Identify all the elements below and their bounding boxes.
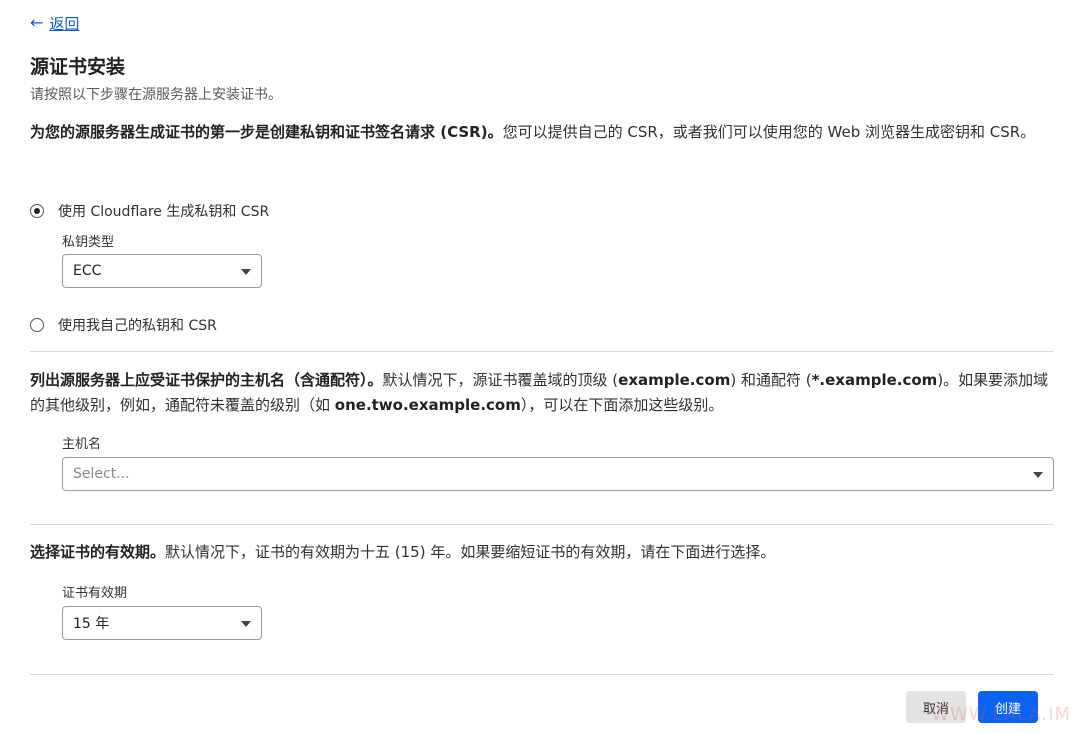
radio-own-label: 使用我自己的私钥和 CSR	[58, 318, 217, 334]
section-divider	[30, 351, 1054, 352]
hostname-intro-text4: ），可以在下面添加这些级别。	[520, 396, 724, 414]
caret-down-icon	[241, 269, 251, 275]
radio-own-option[interactable]: 使用我自己的私钥和 CSR	[30, 315, 217, 335]
back-label: 返回	[49, 14, 80, 33]
hostname-intro: 列出源服务器上应受证书保护的主机名（含通配符）。默认情况下，源证书覆盖域的顶级 …	[30, 368, 1050, 418]
validity-intro-text: 默认情况下，证书的有效期为十五 (15) 年。如果要缩短证书的有效期，请在下面进…	[165, 543, 776, 561]
hostname-label: 主机名	[62, 437, 102, 452]
hostname-intro-text2: ) 和通配符 (	[730, 371, 812, 389]
radio-unchecked-icon[interactable]	[30, 318, 44, 332]
domain-wildcard: *.example.com	[811, 371, 938, 389]
hostname-intro-bold: 列出源服务器上应受证书保护的主机名（含通配符）。	[30, 371, 383, 389]
validity-select[interactable]: 15 年	[62, 606, 262, 640]
back-link[interactable]: ← 返回	[30, 12, 79, 34]
validity-intro-bold: 选择证书的有效期。	[30, 543, 166, 561]
hostname-placeholder: Select...	[73, 466, 130, 482]
hostname-select[interactable]: Select...	[62, 457, 1054, 491]
csr-intro: 为您的源服务器生成证书的第一步是创建私钥和证书签名请求 (CSR)。您可以提供自…	[30, 120, 1050, 145]
domain-apex: example.com	[618, 371, 731, 389]
section-divider	[30, 674, 1054, 675]
radio-checked-icon[interactable]	[30, 204, 44, 218]
arrow-left-icon: ←	[30, 13, 44, 32]
watermark-text: WWW.LALA.IM	[931, 704, 1071, 725]
domain-example: one.two.example.com	[334, 396, 521, 414]
validity-label: 证书有效期	[62, 586, 128, 601]
radio-cloudflare-option[interactable]: 使用 Cloudflare 生成私钥和 CSR	[30, 201, 269, 221]
validity-intro: 选择证书的有效期。默认情况下，证书的有效期为十五 (15) 年。如果要缩短证书的…	[30, 540, 1050, 565]
key-type-label: 私钥类型	[62, 235, 115, 250]
caret-down-icon	[241, 621, 251, 627]
key-type-select[interactable]: ECC	[62, 254, 262, 288]
page-title: 源证书安装	[30, 56, 126, 78]
key-type-value: ECC	[73, 263, 102, 279]
section-divider	[30, 524, 1054, 525]
validity-value: 15 年	[73, 616, 110, 632]
page-subtitle: 请按照以下步骤在源服务器上安装证书。	[30, 87, 282, 103]
csr-intro-bold: 为您的源服务器生成证书的第一步是创建私钥和证书签名请求 (CSR)。	[30, 123, 503, 141]
caret-down-icon	[1033, 472, 1043, 478]
csr-intro-text: 您可以提供自己的 CSR，或者我们可以使用您的 Web 浏览器生成密钥和 CSR…	[502, 123, 1036, 141]
hostname-intro-text: 默认情况下，源证书覆盖域的顶级 (	[382, 371, 619, 389]
radio-cloudflare-label: 使用 Cloudflare 生成私钥和 CSR	[58, 204, 270, 220]
